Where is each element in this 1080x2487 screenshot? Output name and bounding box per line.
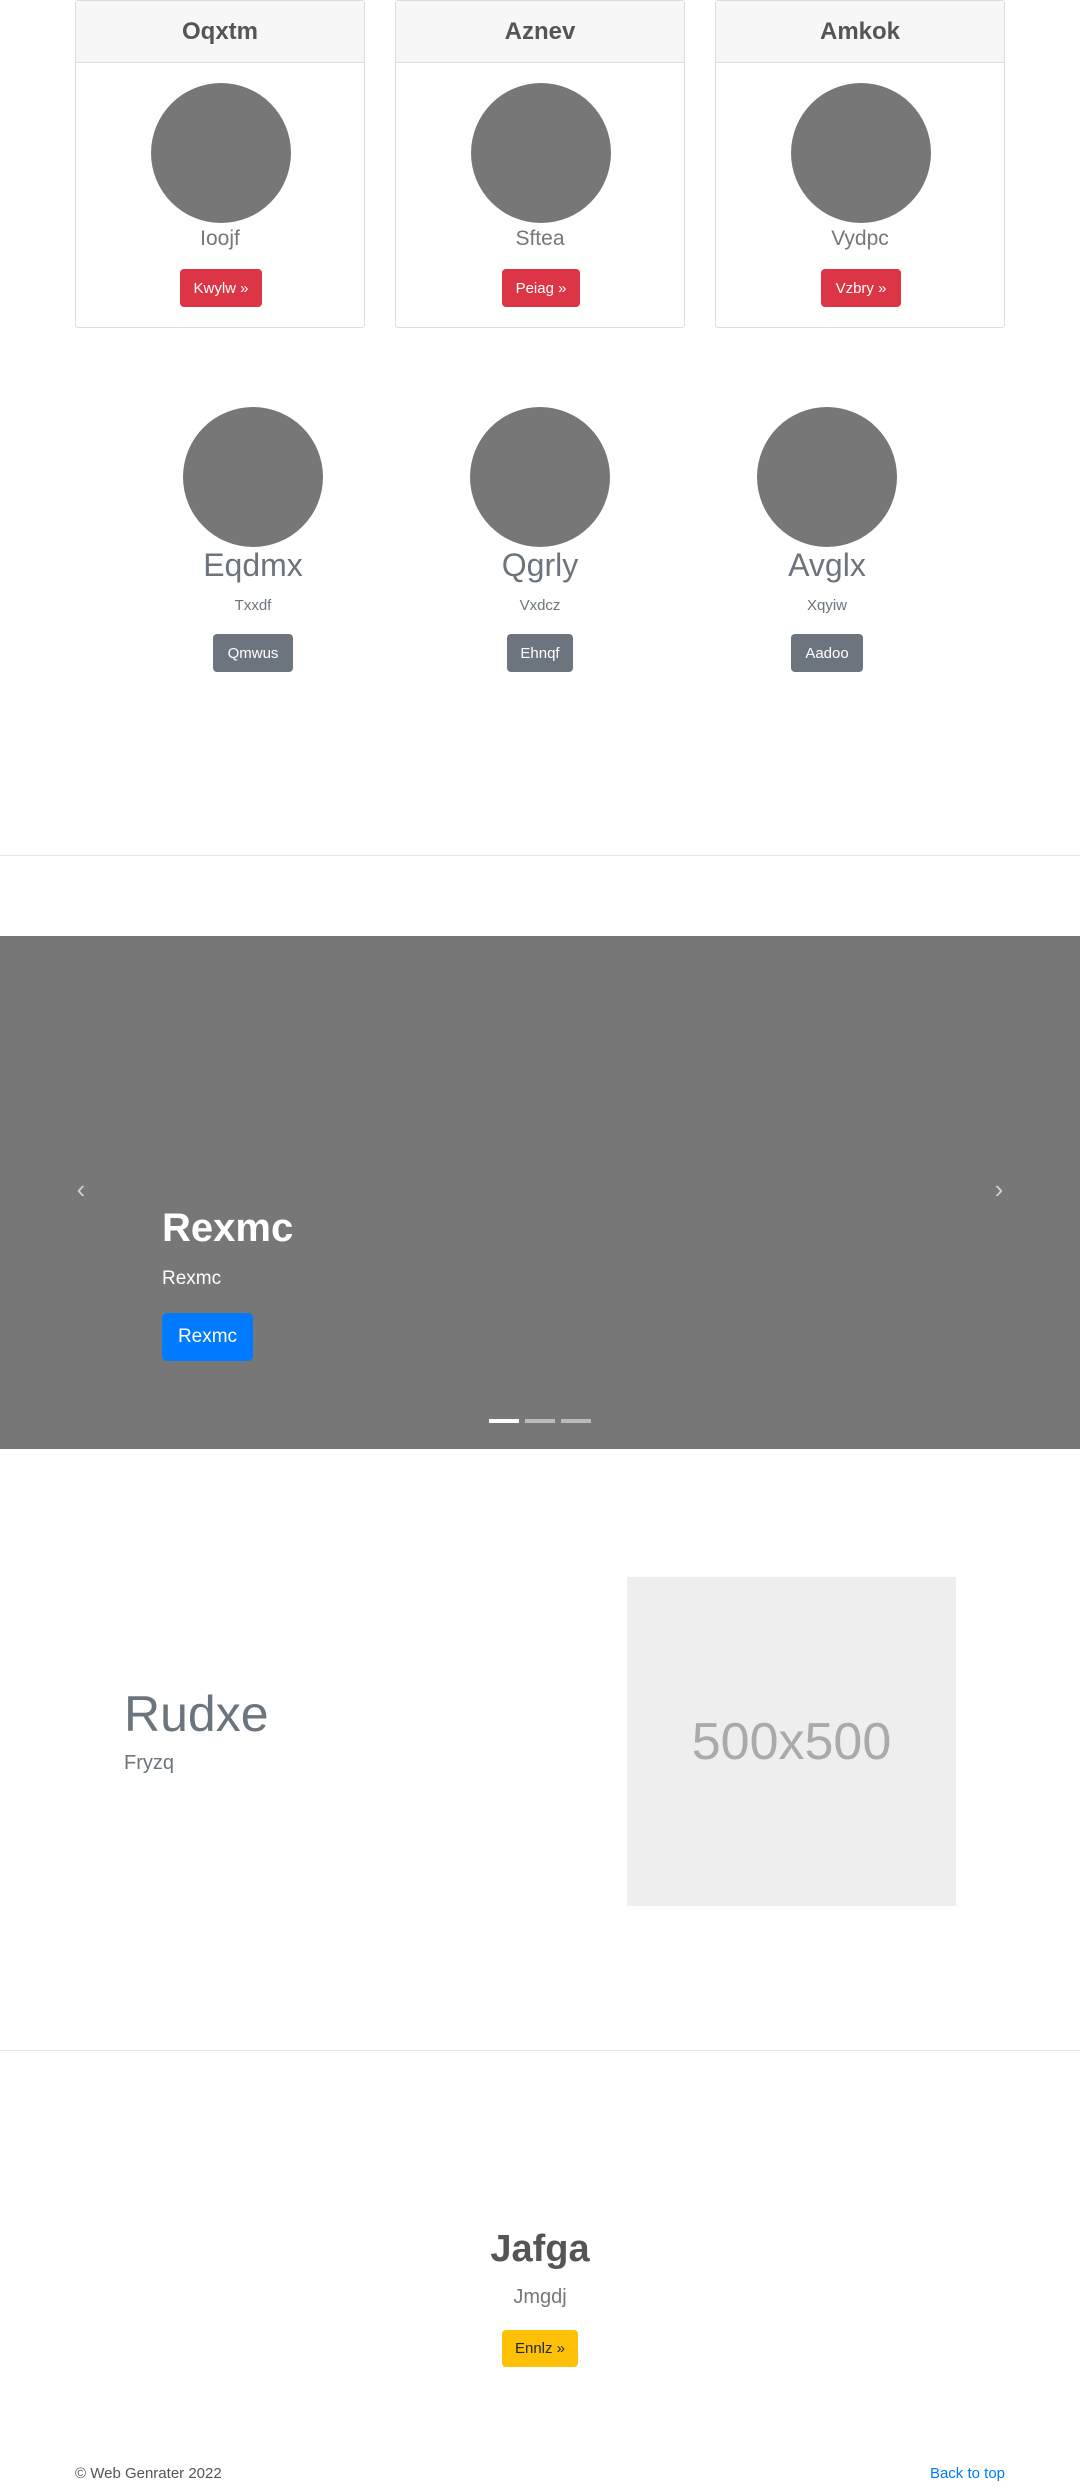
carousel-button[interactable]: Rexmc <box>162 1313 253 1361</box>
team-member-qgrly: Qgrly Vxdcz Ehnqf <box>430 407 650 677</box>
team-member-avglx: Avglx Xqyiw Aadoo <box>717 407 937 677</box>
card-text: Vydpc <box>831 227 889 250</box>
feature-heading: Rudxe <box>124 1686 269 1742</box>
carousel-indicator[interactable] <box>525 1419 555 1423</box>
member-role: Vxdcz <box>519 597 561 614</box>
team-member-eqdmx: Eqdmx Txxdf Qmwus <box>143 407 363 677</box>
carousel-indicator[interactable] <box>561 1419 591 1423</box>
card-image <box>791 83 931 223</box>
card-title: Oqxtm <box>76 1 364 63</box>
card-title: Aznev <box>396 1 684 63</box>
card-oqxtm: Oqxtm Ioojf Kwylw » <box>75 0 365 328</box>
placeholder-image: 500x500 <box>627 1577 956 1906</box>
member-button[interactable]: Qmwus <box>213 634 293 672</box>
carousel-indicator[interactable] <box>489 1419 519 1423</box>
section-divider <box>0 2050 1080 2051</box>
footer-copyright: © Web Genrater 2022 <box>75 2465 222 2482</box>
card-image <box>471 83 611 223</box>
section-divider <box>0 855 1080 856</box>
member-name: Qgrly <box>501 547 579 583</box>
feature-subheading: Fryzq <box>124 1752 174 1774</box>
avatar <box>470 407 610 547</box>
card-button[interactable]: Kwylw » <box>180 269 262 307</box>
avatar <box>757 407 897 547</box>
jumbotron-button[interactable]: Ennlz » <box>502 2330 578 2367</box>
avatar <box>183 407 323 547</box>
carousel-indicators <box>0 1419 1080 1423</box>
member-name: Eqdmx <box>203 547 303 583</box>
card-image <box>151 83 291 223</box>
member-name: Avglx <box>788 547 866 583</box>
member-button[interactable]: Ehnqf <box>507 634 573 672</box>
card-text: Ioojf <box>200 227 240 250</box>
member-role: Xqyiw <box>806 597 847 614</box>
card-button[interactable]: Vzbry » <box>821 269 901 307</box>
card-text: Sftea <box>515 227 565 250</box>
card-button[interactable]: Peiag » <box>502 269 580 307</box>
carousel-caption-text: Rexmc <box>162 1268 222 1289</box>
carousel: ‹ › Rexmc Rexmc Rexmc <box>0 936 1080 1449</box>
card-title: Amkok <box>716 1 1004 63</box>
member-role: Txxdf <box>234 597 272 614</box>
jumbotron-title: Jafga <box>490 2228 590 2270</box>
chevron-left-icon[interactable]: ‹ <box>66 1174 96 1204</box>
member-button[interactable]: Aadoo <box>791 634 863 672</box>
carousel-caption-title: Rexmc <box>162 1206 294 1250</box>
card-amkok: Amkok Vydpc Vzbry » <box>715 0 1005 328</box>
chevron-right-icon[interactable]: › <box>984 1174 1014 1204</box>
jumbotron-subtitle: Jmgdj <box>513 2286 567 2308</box>
card-aznev: Aznev Sftea Peiag » <box>395 0 685 328</box>
back-to-top-link[interactable]: Back to top <box>930 2465 1005 2482</box>
